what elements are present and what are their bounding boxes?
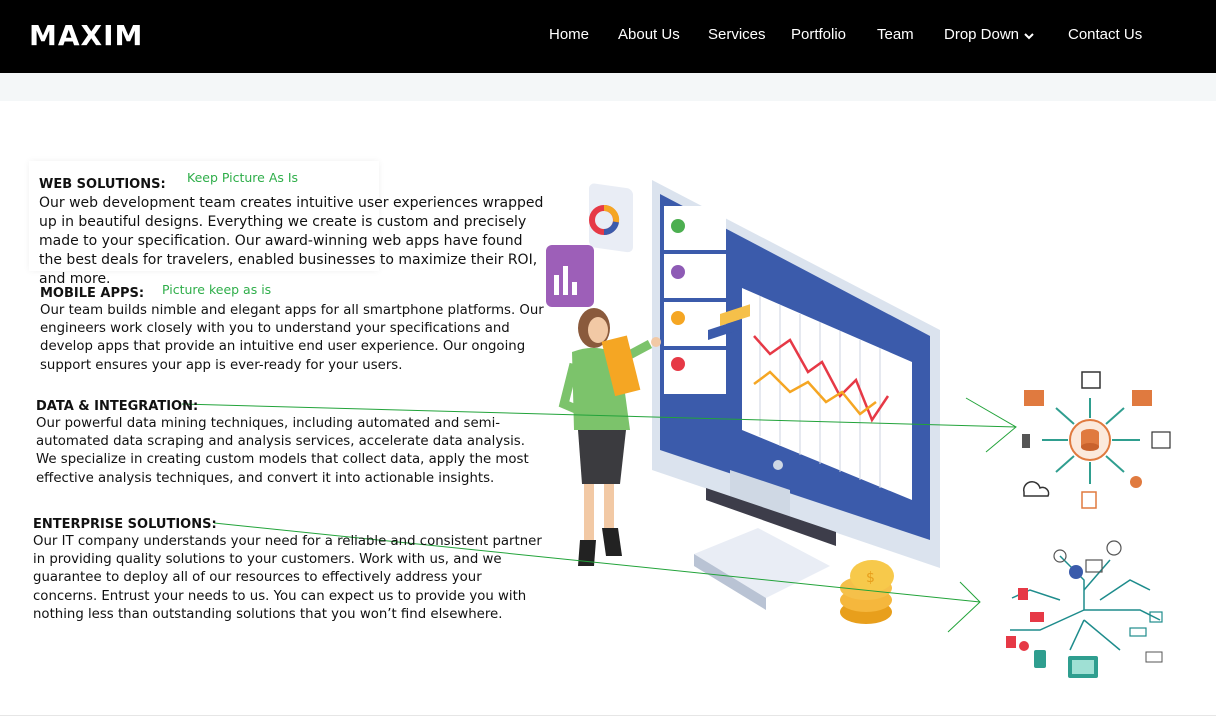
monitor-icon (652, 180, 940, 568)
enterprise-solutions-title: ENTERPRISE SOLUTIONS: (33, 517, 217, 532)
data-hub-icon (1022, 371, 1171, 509)
footer-divider (0, 715, 1216, 716)
svg-text:$: $ (866, 570, 875, 586)
enterprise-solutions-body: Our IT company understands your need for… (33, 534, 542, 622)
data-integration-title: DATA & INTEGRATION: (36, 399, 199, 414)
bar-card-icon (546, 245, 594, 307)
network-tree-icon (1006, 540, 1163, 678)
web-solutions-body: Our web development team creates intuiti… (39, 195, 544, 287)
woman-presenter-icon (558, 308, 661, 566)
web-solutions-title: WEB SOLUTIONS: (39, 177, 166, 192)
web-solutions-note: Keep Picture As Is (187, 170, 299, 185)
mobile-apps-title: MOBILE APPS: (40, 286, 145, 301)
mobile-apps-body: Our team builds nimble and elegant apps … (40, 303, 544, 373)
mobile-apps-note: Picture keep as is (162, 282, 272, 297)
data-integration-body: Our powerful data mining techniques, inc… (36, 416, 529, 486)
pie-card-icon (589, 183, 633, 253)
